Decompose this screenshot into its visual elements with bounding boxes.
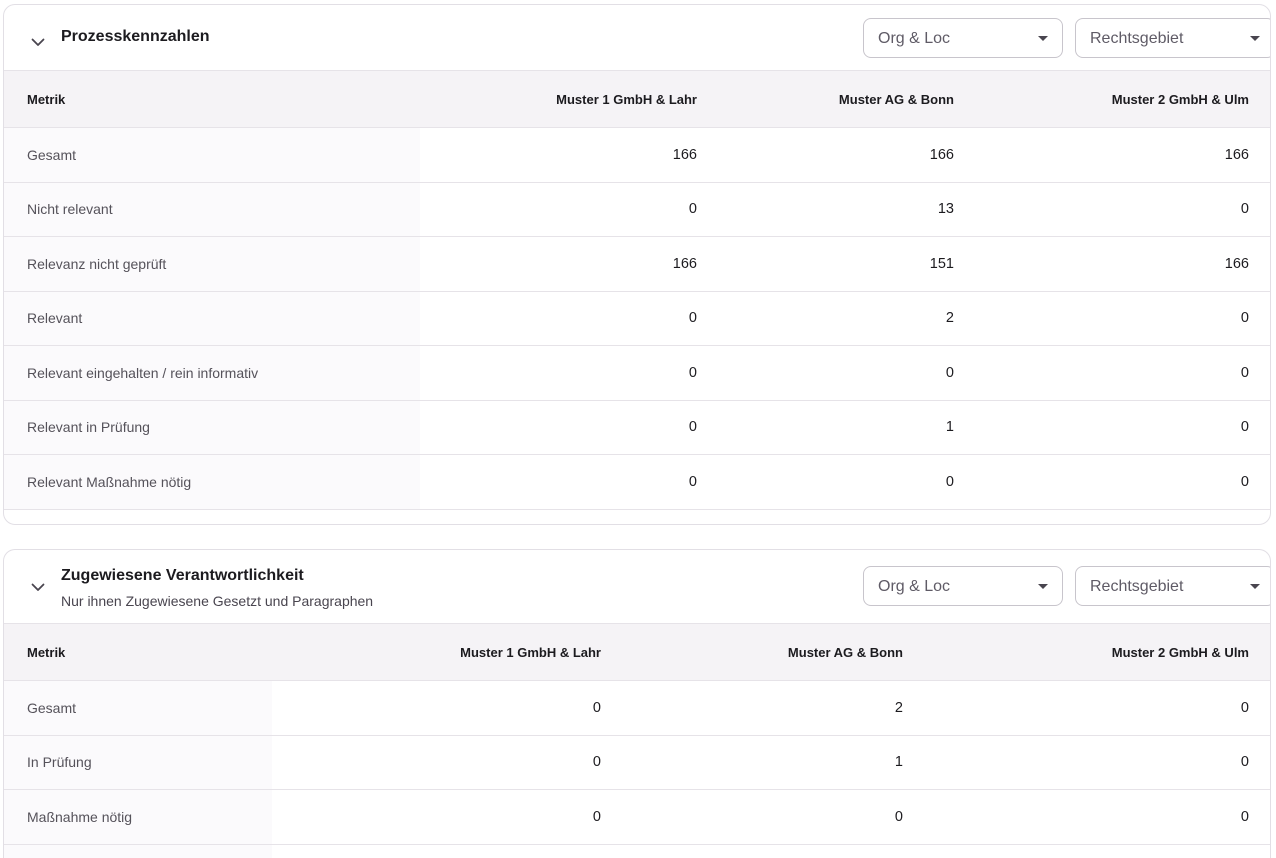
metric-label: Relevant [4,291,420,346]
prozesskennzahlen-card: Prozesskennzahlen Org & Loc Rechtsgebiet… [3,4,1271,525]
metric-value: 0 [420,345,720,401]
caret-down-icon [1038,584,1048,589]
card-title: Prozesskennzahlen [61,28,210,45]
metric-label: In Prüfung [4,735,272,790]
table-header-row: Metrik Muster 1 GmbH & Lahr Muster AG & … [4,70,1270,128]
table-row: Gesamt 166 166 166 [4,127,1270,183]
metric-label: Relevanz nicht geprüft [4,236,420,292]
column-header[interactable]: Metrik [4,623,272,681]
metric-value: 0 [420,400,720,455]
column-header[interactable]: Muster 2 GmbH & Ulm [926,623,1270,681]
rechtsgebiet-select[interactable]: Rechtsgebiet [1075,566,1270,606]
table-row: Gesamt 0 2 0 [4,680,1270,736]
select-value: Rechtsgebiet [1090,30,1184,47]
table-row: Maßnahme nötig 0 0 0 [4,789,1270,845]
select-value: Org & Loc [878,578,951,595]
verantwortung-table: Metrik Muster 1 GmbH & Lahr Muster AG & … [4,623,1270,858]
metric-value: 0 [624,789,926,845]
metric-value: 0 [272,680,624,736]
metric-value: 0 [420,291,720,346]
metric-value: 0 [720,454,977,510]
column-header[interactable]: Muster 1 GmbH & Lahr [272,623,624,681]
select-value: Rechtsgebiet [1090,578,1184,595]
metric-label: Relevant in Prüfung [4,400,420,455]
metric-value: 1 [720,400,977,455]
column-header[interactable]: Muster AG & Bonn [624,623,926,681]
table-row: Relevant in Prüfung 0 1 0 [4,400,1270,455]
table-row: Relevanz nicht geprüft 166 151 166 [4,236,1270,292]
metric-value: 1 [624,735,926,790]
chevron-down-icon [31,38,45,46]
metric-value: 166 [977,127,1270,183]
metric-value: 2 [624,680,926,736]
table-row: Nicht relevant 0 13 0 [4,182,1270,237]
card-subtitle: Nur ihnen Zugewiesene Gesetzt und Paragr… [61,593,374,609]
metric-value: 151 [720,236,977,292]
metric-value [272,844,624,858]
metric-value: 166 [977,236,1270,292]
caret-down-icon [1250,36,1260,41]
column-header[interactable]: Muster AG & Bonn [720,70,977,128]
metric-value [926,844,1270,858]
metric-value: 0 [977,400,1270,455]
collapse-button[interactable] [26,30,50,54]
metric-value: 2 [720,291,977,346]
metric-value: 0 [926,680,1270,736]
metric-value: 0 [926,789,1270,845]
rechtsgebiet-select[interactable]: Rechtsgebiet [1075,18,1270,58]
verantwortlichkeit-card: Zugewiesene Verantwortlichkeit Nur ihnen… [3,549,1271,858]
table-row: Relevant Maßnahme nötig 0 0 0 [4,454,1270,510]
metric-label: Nicht relevant [4,182,420,237]
metric-label [4,844,272,858]
metric-value: 0 [272,789,624,845]
caret-down-icon [1250,584,1260,589]
metric-label: Gesamt [4,680,272,736]
metric-value: 13 [720,182,977,237]
metric-label: Gesamt [4,127,420,183]
metric-value [624,844,926,858]
chevron-down-icon [31,583,45,591]
metric-value: 0 [420,454,720,510]
table-row: Relevant 0 2 0 [4,291,1270,346]
metric-value: 0 [420,182,720,237]
caret-down-icon [1038,36,1048,41]
metric-value: 166 [420,236,720,292]
select-value: Org & Loc [878,30,951,47]
table-row: In Prüfung 0 1 0 [4,735,1270,790]
metric-value: 0 [272,735,624,790]
metric-value: 0 [977,345,1270,401]
org-loc-select[interactable]: Org & Loc [863,566,1063,606]
metric-value: 0 [720,345,977,401]
table-row: Relevant eingehalten / rein informativ 0… [4,345,1270,401]
metric-value: 0 [977,454,1270,510]
metric-label: Relevant eingehalten / rein informativ [4,345,420,401]
prozess-table: Metrik Muster 1 GmbH & Lahr Muster AG & … [4,70,1270,510]
table-row [4,844,1270,858]
org-loc-select[interactable]: Org & Loc [863,18,1063,58]
column-header[interactable]: Muster 2 GmbH & Ulm [977,70,1270,128]
metric-value: 166 [720,127,977,183]
metric-value: 0 [977,291,1270,346]
metric-value: 0 [977,182,1270,237]
table-header-row: Metrik Muster 1 GmbH & Lahr Muster AG & … [4,623,1270,681]
metric-value: 0 [926,735,1270,790]
collapse-button[interactable] [26,575,50,599]
metric-label: Maßnahme nötig [4,789,272,845]
column-header[interactable]: Muster 1 GmbH & Lahr [420,70,720,128]
column-header[interactable]: Metrik [4,70,420,128]
card-title: Zugewiesene Verantwortlichkeit [61,567,304,584]
metric-value: 166 [420,127,720,183]
metric-label: Relevant Maßnahme nötig [4,454,420,510]
